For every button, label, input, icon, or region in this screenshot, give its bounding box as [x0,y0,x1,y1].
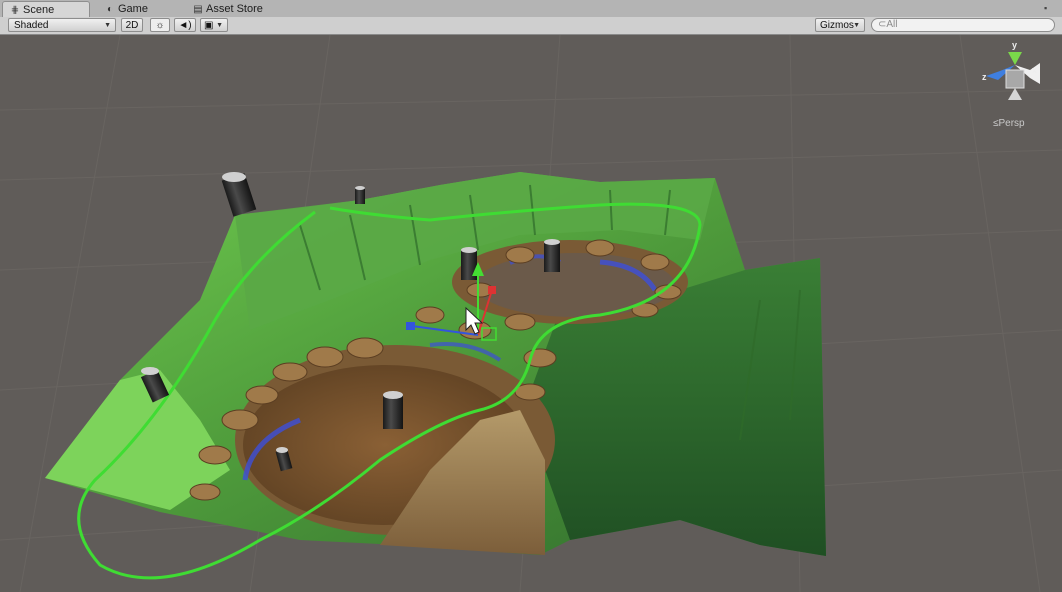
projection-toggle[interactable]: ≤Persp [993,118,1025,129]
lock-icon[interactable]: ▪ [1044,3,1047,13]
sun-icon: ☼ [155,20,165,31]
tab-scene[interactable]: ⋕ Scene [2,1,90,17]
projection-label: Persp [998,118,1025,129]
search-input[interactable]: ⊂All [871,18,1055,32]
draw-mode-label: Shaded [14,20,49,31]
scene-canvas[interactable]: y z x [0,35,1062,592]
waypoint-cylinder[interactable] [221,172,257,217]
waypoint-cylinder[interactable] [355,186,365,204]
2d-toggle-label: 2D [125,20,139,31]
draw-mode-dropdown[interactable]: Shaded ▼ [8,18,116,32]
gizmos-dropdown[interactable]: Gizmos ▼ [815,18,865,32]
gizmos-label: Gizmos [820,20,854,31]
gizmo-axis-y: y [1012,40,1017,50]
scene-toolbar: Shaded ▼ 2D ☼ ◄) ▣ ▼ Gizmos ▼ ⊂All [0,17,1062,35]
2d-toggle-button[interactable]: 2D [121,18,143,32]
scene-viewport[interactable]: y z x ≤Persp [0,35,1062,592]
effects-dropdown[interactable]: ▣ ▼ [200,18,228,32]
tab-scene-label: Scene [23,4,55,16]
lighting-toggle-button[interactable]: ☼ [150,18,170,32]
terrain[interactable] [45,172,826,556]
asset-store-icon: ▤ [193,4,203,15]
image-icon: ▣ [204,20,214,31]
game-icon: ◐ [106,4,114,15]
audio-toggle-button[interactable]: ◄) [174,18,196,32]
speaker-icon: ◄) [178,20,192,31]
tab-game-label: Game [118,3,148,15]
waypoint-cylinder[interactable] [383,391,403,429]
gizmo-axis-z: z [982,72,987,82]
chevron-down-icon: ▼ [853,22,860,29]
tab-game[interactable]: ◐ Game [98,1,178,17]
gizmo-axis-x: x [1032,65,1037,75]
tab-asset-store-label: Asset Store [206,3,263,15]
search-placeholder: All [886,19,898,30]
chevron-down-icon: ▼ [104,22,111,29]
tab-asset-store[interactable]: ▤ Asset Store [186,1,286,17]
editor-tab-bar: ⋕ Scene ◐ Game ▤ Asset Store ▪ [0,0,1062,18]
chevron-down-icon: ▼ [216,22,223,29]
waypoint-cylinder[interactable] [544,239,560,272]
